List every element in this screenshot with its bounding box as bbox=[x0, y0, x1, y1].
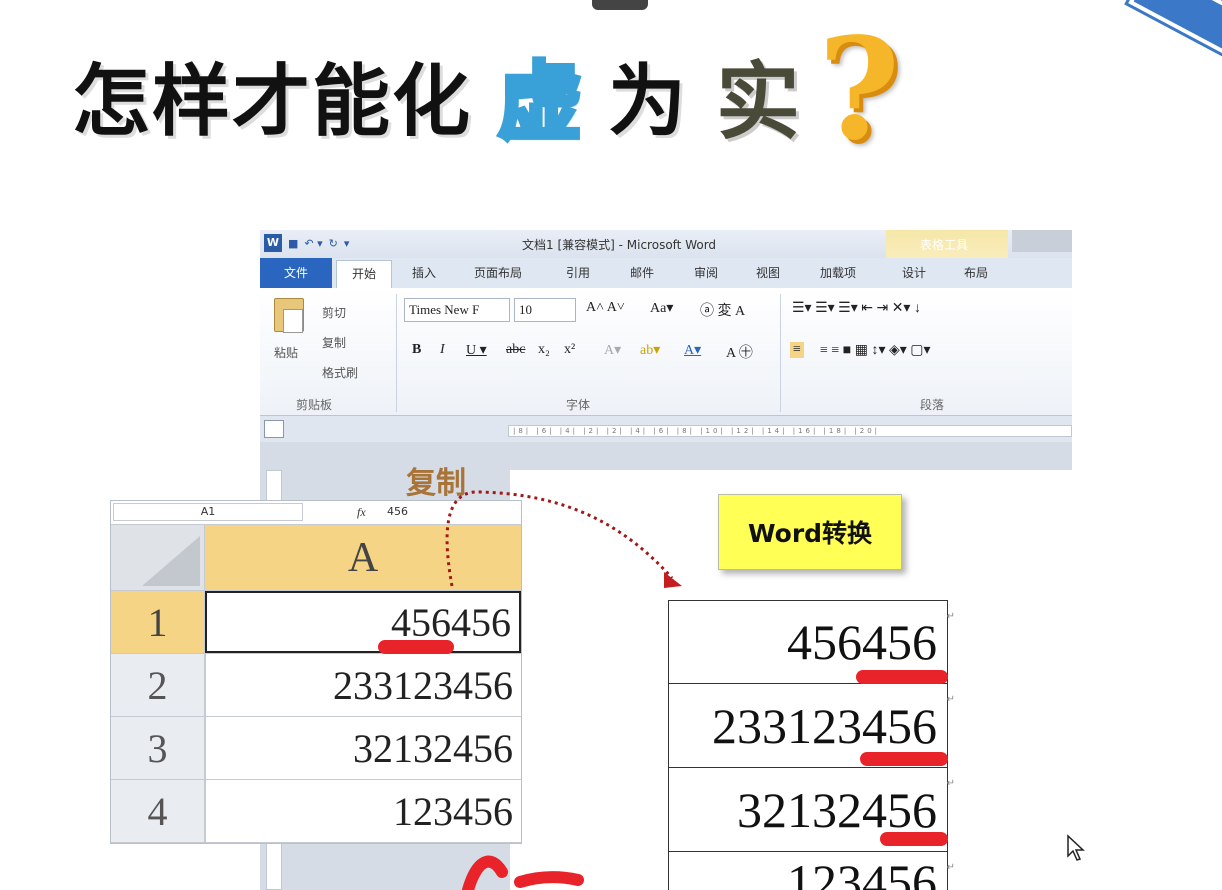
copy-arrow-icon bbox=[445, 490, 682, 890]
mouse-cursor-icon bbox=[1067, 834, 1085, 861]
